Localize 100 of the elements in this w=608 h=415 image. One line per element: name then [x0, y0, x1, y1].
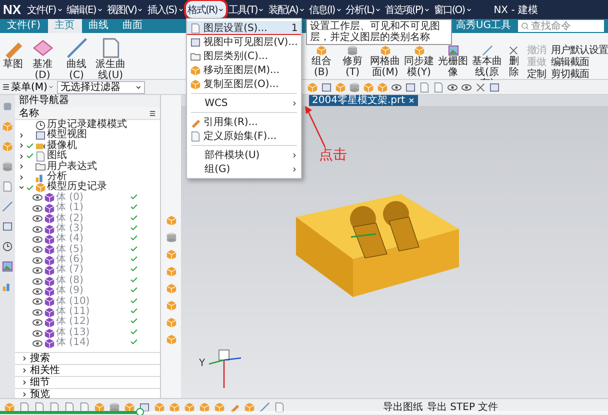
curve-icon [482, 45, 493, 56]
cube-icon [166, 334, 176, 345]
cube-icon [154, 402, 165, 412]
ribbon-small-tool[interactable]: 用户默认设置 [551, 45, 608, 56]
collapse-caret-icon[interactable] [18, 132, 25, 140]
progress-handle[interactable] [136, 408, 144, 415]
ribbon-tool[interactable]: 网格曲面(M) [370, 45, 401, 79]
menu-item[interactable]: 格式(R) [186, 1, 226, 18]
ribbon-tool[interactable]: 修剪(T) [338, 45, 367, 79]
eye-icon [32, 254, 43, 266]
cylinder-icon [2, 161, 13, 172]
caret-icon [218, 6, 224, 12]
menu-button[interactable]: 菜单(M) [2, 80, 54, 94]
ribbon-tab[interactable]: 曲面 [116, 19, 150, 33]
solid-body-icon [44, 276, 55, 287]
eye-icon [32, 306, 43, 318]
cube-icon [166, 283, 176, 294]
menu-entry[interactable]: 图层类别(C)... [186, 49, 301, 63]
tool-label[interactable]: 导出 STEP 文件 [427, 400, 498, 414]
ribbon-tool[interactable]: 组合(B) [307, 45, 336, 79]
ribbon-tool[interactable]: 同步建模(Y) [404, 45, 435, 79]
menu-entry[interactable]: 图层设置(S)... 1 [186, 21, 301, 35]
ribbon-tool[interactable]: 草图 [2, 37, 24, 79]
cube-icon [199, 402, 210, 412]
cube-icon [316, 45, 327, 56]
ribbon-tool[interactable]: 删除 [506, 45, 522, 79]
selection-filter-dropdown[interactable]: 无选择过滤器 [57, 80, 146, 94]
tree-row[interactable]: 摄像机 [15, 140, 160, 152]
ribbon-small-tool[interactable]: 剪切截面 [551, 69, 608, 80]
menu-icon[interactable] [149, 110, 156, 116]
view-icon [321, 82, 332, 92]
section-header[interactable]: 细节 [15, 376, 160, 388]
menu-item[interactable]: 文件(F) [25, 1, 65, 18]
sheet-icon [35, 150, 46, 162]
submenu-item[interactable]: 组(G) [186, 162, 301, 176]
ribbon-tool[interactable]: 曲线(C) [61, 37, 92, 79]
cube-icon [414, 45, 425, 56]
section-header[interactable]: 相关性 [15, 364, 160, 376]
cube-icon [166, 215, 176, 226]
tree-row[interactable]: 图纸 [15, 151, 160, 162]
video-progress-track[interactable] [0, 411, 608, 414]
ribbon-tool[interactable]: 基准(D) [27, 37, 58, 79]
solid-body-icon [44, 202, 55, 214]
menu-item[interactable]: 工具(T) [226, 1, 266, 18]
tree-row[interactable]: 模型历史记录 [15, 182, 160, 193]
menu-entry[interactable]: 视图中可见图层(V)... [186, 35, 301, 49]
menu-entry[interactable]: 定义原始集(F)... [186, 129, 301, 143]
menu-item[interactable]: 视图(V) [104, 1, 146, 18]
menu-item[interactable]: 编辑(E) [64, 1, 105, 18]
tool-label[interactable]: 导出图纸 [383, 400, 423, 414]
tree-row[interactable]: 用户表达式 [15, 162, 160, 172]
menu-icon [2, 83, 10, 91]
section-header[interactable]: 搜索 [15, 352, 160, 364]
solid-body-icon [44, 338, 55, 349]
ribbon-tab[interactable]: 曲线 [82, 19, 116, 33]
ribbon-tab[interactable]: 主页 [48, 19, 82, 33]
menu-item[interactable]: 信息(I) [306, 1, 344, 18]
eye-icon [447, 82, 458, 92]
solid-body-icon [44, 192, 55, 204]
eye-icon [32, 202, 43, 214]
cube-icon [166, 300, 176, 311]
eye-icon [32, 276, 43, 287]
menu-item[interactable]: 首选项(P) [383, 1, 432, 18]
close-icon[interactable] [408, 97, 416, 104]
ribbon-small-tool[interactable]: 编辑截面 [551, 57, 608, 68]
menu-item[interactable]: 分析(L) [344, 1, 384, 18]
solid-body-icon [44, 306, 55, 318]
caret-icon [466, 6, 472, 12]
ribbon-small-tool[interactable]: 定制 [527, 69, 546, 80]
eye-icon [461, 82, 472, 92]
search-field[interactable]: 查找命令 [518, 20, 604, 32]
ribbon-tool[interactable]: 派生曲线(U) [95, 37, 126, 79]
menu-entry[interactable]: 复制至图层(O)... [186, 77, 301, 91]
menu-item[interactable]: 插入(S) [145, 1, 186, 18]
submenu-item[interactable]: WCS [186, 96, 301, 110]
submenu-item[interactable]: 部件模块(U) [186, 148, 301, 162]
caret-icon [424, 6, 430, 12]
expand-caret-icon[interactable] [18, 184, 25, 192]
caret-icon [336, 6, 342, 12]
document-tab[interactable]: 2004零星模文架.prt [309, 95, 418, 106]
clock-icon [2, 241, 13, 252]
tool-icon [2, 101, 13, 112]
caret-icon [298, 6, 305, 12]
collapse-caret-icon[interactable] [18, 174, 25, 181]
eye-icon [32, 317, 43, 328]
collapse-caret-icon[interactable] [18, 163, 25, 170]
menu-entry[interactable]: 引用集(R)... [186, 115, 301, 129]
menu-item[interactable]: 装配(A) [266, 1, 307, 18]
cube-icon [166, 317, 176, 328]
collapse-caret-icon[interactable] [18, 142, 25, 150]
column-title: 名称 [19, 107, 39, 120]
menu-entry[interactable]: 移动至图层(M)... [186, 63, 301, 77]
eye-icon [32, 234, 43, 245]
ribbon-tab[interactable]: 文件(F) [0, 19, 48, 33]
collapse-caret-icon[interactable] [18, 152, 25, 160]
tree-row[interactable]: 模型视图 [15, 130, 160, 141]
cube-icon [2, 121, 13, 132]
menu-item[interactable]: 窗口(O) [432, 1, 474, 18]
ribbon-tool[interactable]: 光栅图像 [438, 45, 469, 79]
cylinder-icon [109, 402, 120, 412]
